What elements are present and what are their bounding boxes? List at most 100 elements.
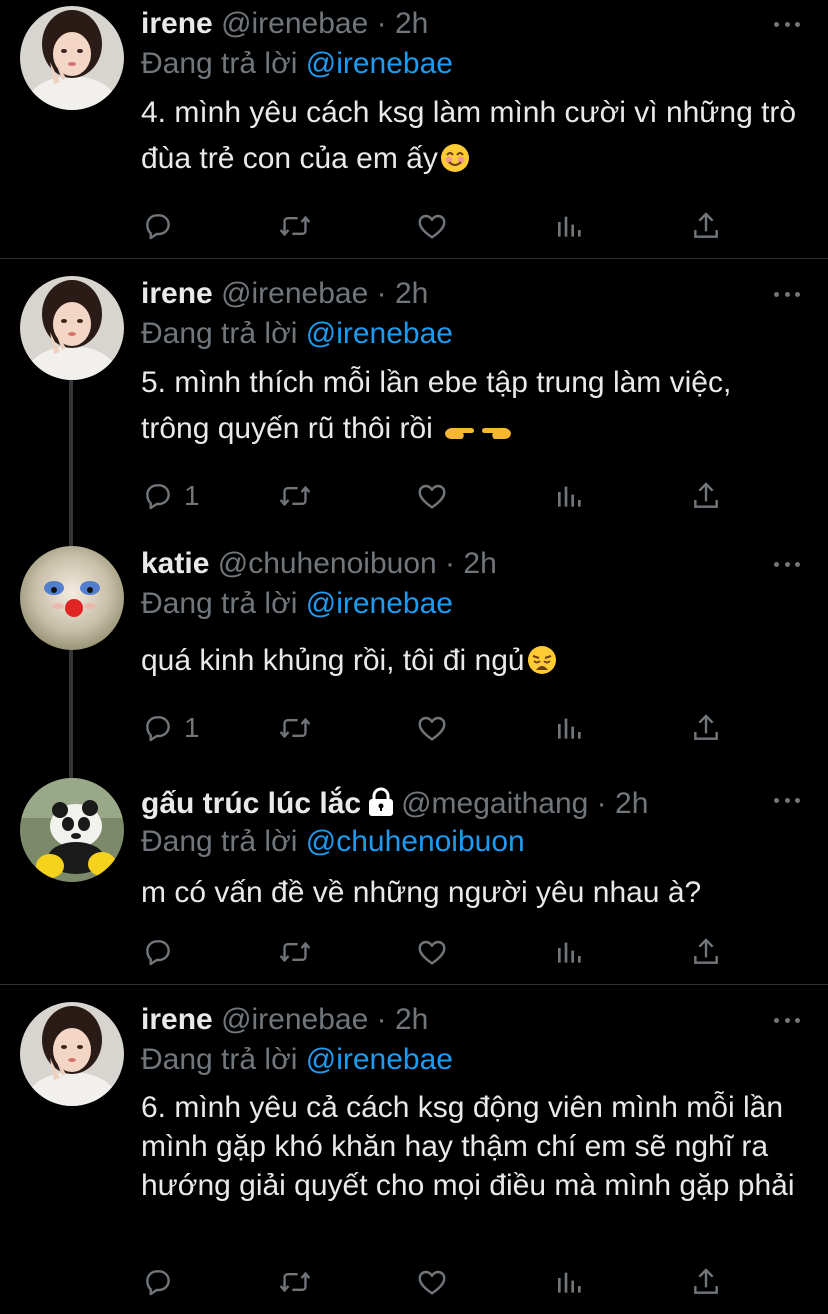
replying-to-label: Đang trả lời [141, 587, 298, 620]
more-options-icon[interactable] [774, 1016, 800, 1024]
mention-link[interactable]: @irenebae [306, 317, 453, 350]
like-button[interactable] [416, 932, 448, 972]
tweet-header: irene @irenebae · 2h [141, 1002, 758, 1038]
retweet-button[interactable] [278, 708, 312, 748]
more-options-icon[interactable] [774, 290, 800, 298]
tweet-text: m có vấn đề về những người yêu nhau à? [141, 870, 802, 916]
share-icon [694, 212, 718, 238]
heart-icon [418, 1270, 446, 1295]
retweet-icon [279, 941, 311, 963]
share-icon [694, 1268, 718, 1294]
reply-icon [146, 940, 170, 966]
replying-to-label: Đang trả lời [141, 47, 298, 80]
analytics-button[interactable] [554, 206, 586, 246]
separator-dot: · [596, 787, 607, 820]
avatar[interactable] [20, 546, 124, 650]
share-button[interactable] [690, 206, 722, 246]
display-name[interactable]: katie [141, 547, 209, 580]
analytics-button[interactable] [554, 1262, 586, 1302]
tweet-text: quá kinh khủng rồi, tôi đi ngủ [141, 638, 802, 689]
reply-button[interactable] [142, 1262, 184, 1302]
avatar[interactable] [20, 276, 124, 380]
tweet-text-content: quá kinh khủng rồi, tôi đi ngủ [141, 644, 525, 677]
share-button[interactable] [690, 932, 722, 972]
reply-button[interactable]: 1 [142, 708, 200, 748]
tweet[interactable]: irene @irenebae · 2h Đang trả lời @irene… [0, 996, 828, 1314]
analytics-button[interactable] [554, 932, 586, 972]
mention-link[interactable]: @irenebae [306, 1043, 453, 1076]
mention-link[interactable]: @irenebae [306, 47, 453, 80]
share-button[interactable] [690, 708, 722, 748]
mention-link[interactable]: @irenebae [306, 587, 453, 620]
reply-icon [146, 214, 170, 240]
heart-icon [418, 940, 446, 965]
avatar[interactable] [20, 1002, 124, 1106]
timestamp[interactable]: 2h [463, 547, 496, 580]
like-button[interactable] [416, 206, 448, 246]
retweet-icon [279, 485, 311, 507]
more-options-icon[interactable] [774, 796, 800, 804]
reply-icon [146, 716, 170, 742]
timestamp[interactable]: 2h [395, 1003, 428, 1036]
tweet-header: gấu trúc lúc lắc @megaithang · 2h [141, 786, 758, 826]
share-button[interactable] [690, 1262, 722, 1302]
replying-to-label: Đang trả lời [141, 825, 298, 858]
share-button[interactable] [690, 476, 722, 516]
analytics-button[interactable] [554, 476, 586, 516]
display-name[interactable]: gấu trúc lúc lắc [141, 787, 361, 820]
tweet-actions [0, 206, 828, 246]
like-button[interactable] [416, 708, 448, 748]
tweet-actions [0, 1262, 828, 1302]
user-handle[interactable]: @irenebae [221, 277, 368, 310]
like-button[interactable] [416, 476, 448, 516]
retweet-icon [279, 717, 311, 739]
replying-to-label: Đang trả lời [141, 1043, 298, 1076]
retweet-button[interactable] [278, 1262, 312, 1302]
timestamp[interactable]: 2h [615, 787, 648, 820]
avatar[interactable] [20, 778, 124, 882]
display-name[interactable]: irene [141, 7, 213, 40]
reply-thread-feed: irene @irenebae · 2h Đang trả lời @irene… [0, 0, 828, 1314]
like-button[interactable] [416, 1262, 448, 1302]
divider [0, 258, 828, 259]
replying-to: Đang trả lời @irenebae [141, 586, 453, 622]
retweet-button[interactable] [278, 206, 312, 246]
tweet[interactable]: irene @irenebae · 2h Đang trả lời @irene… [0, 270, 828, 520]
display-name[interactable]: irene [141, 1003, 213, 1036]
avatar[interactable] [20, 6, 124, 110]
replying-to: Đang trả lời @irenebae [141, 1042, 453, 1078]
tweet[interactable]: katie @chuhenoibuon · 2h Đang trả lời @i… [0, 540, 828, 770]
user-handle[interactable]: @irenebae [221, 7, 368, 40]
display-name[interactable]: irene [141, 277, 213, 310]
reply-button[interactable] [142, 206, 184, 246]
user-handle[interactable]: @irenebae [221, 1003, 368, 1036]
user-handle[interactable]: @chuhenoibuon [218, 547, 437, 580]
replying-to: Đang trả lời @chuhenoibuon [141, 824, 525, 860]
analytics-icon [558, 718, 581, 739]
more-options-icon[interactable] [774, 20, 800, 28]
timestamp[interactable]: 2h [395, 7, 428, 40]
tweet-text: 4. mình yêu cách ksg làm mình cười vì nh… [141, 90, 802, 187]
retweet-icon [279, 1271, 311, 1293]
tweet[interactable]: irene @irenebae · 2h Đang trả lời @irene… [0, 0, 828, 258]
user-handle[interactable]: @megaithang [401, 787, 588, 820]
retweet-button[interactable] [278, 476, 312, 516]
separator-dot: · [445, 547, 456, 580]
tweet-text: 5. mình thích mỗi lần ebe tập trung làm … [141, 360, 802, 457]
replying-to-label: Đang trả lời [141, 317, 298, 350]
weary-face-icon [527, 643, 557, 689]
share-icon [694, 714, 718, 740]
retweet-button[interactable] [278, 932, 312, 972]
share-icon [694, 482, 718, 508]
smiling-face-icon [440, 141, 470, 187]
tweet[interactable]: gấu trúc lúc lắc @megaithang · 2h Đang tr… [0, 774, 828, 984]
separator-dot: · [376, 277, 387, 310]
mention-link[interactable]: @chuhenoibuon [306, 825, 525, 858]
tweet-actions [0, 932, 828, 972]
timestamp[interactable]: 2h [395, 277, 428, 310]
reply-button[interactable] [142, 932, 184, 972]
reply-button[interactable]: 1 [142, 476, 200, 516]
analytics-button[interactable] [554, 708, 586, 748]
tweet-header: irene @irenebae · 2h [141, 276, 758, 312]
more-options-icon[interactable] [774, 560, 800, 568]
